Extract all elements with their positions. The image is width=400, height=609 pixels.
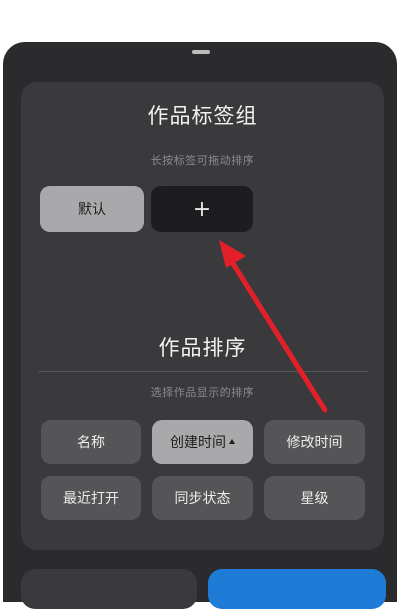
sort-option-label: 星级 [300,491,329,507]
tag-chip-default[interactable]: 默认 [40,186,144,232]
sort-option-label: 名称 [77,435,105,451]
sort-option-recently-opened[interactable]: 最近打开 [41,476,141,520]
sort-option-label: 修改时间 [286,435,343,451]
tag-chip-label: 默认 [78,202,106,218]
sort-option-name[interactable]: 名称 [41,420,141,464]
sort-hint: 选择作品显示的排序 [150,386,255,399]
sort-option-star-rating[interactable]: 星级 [264,476,365,520]
sort-divider [38,371,368,372]
plus-icon: + [192,196,212,222]
sort-option-sync-status[interactable]: 同步状态 [152,476,253,520]
settings-card: 作品标签组 长按标签可拖动排序 默认 + 作品排序 选择作品显示的排序 名称 创… [21,82,384,550]
sort-title: 作品排序 [158,336,247,360]
sort-option-label: 最近打开 [63,491,119,507]
tag-group-title: 作品标签组 [147,104,258,128]
confirm-button[interactable] [208,569,386,609]
sort-option-created-time[interactable]: 创建时间 [152,420,253,464]
sort-option-modified-time[interactable]: 修改时间 [264,420,365,464]
tag-group-hint: 长按标签可拖动排序 [150,154,255,167]
cancel-button[interactable] [21,569,197,609]
sort-option-label: 同步状态 [174,491,231,507]
caret-up-icon [229,438,235,444]
drag-handle[interactable] [192,50,210,54]
add-tag-button[interactable]: + [151,186,253,232]
sort-option-label: 创建时间 [170,435,226,451]
